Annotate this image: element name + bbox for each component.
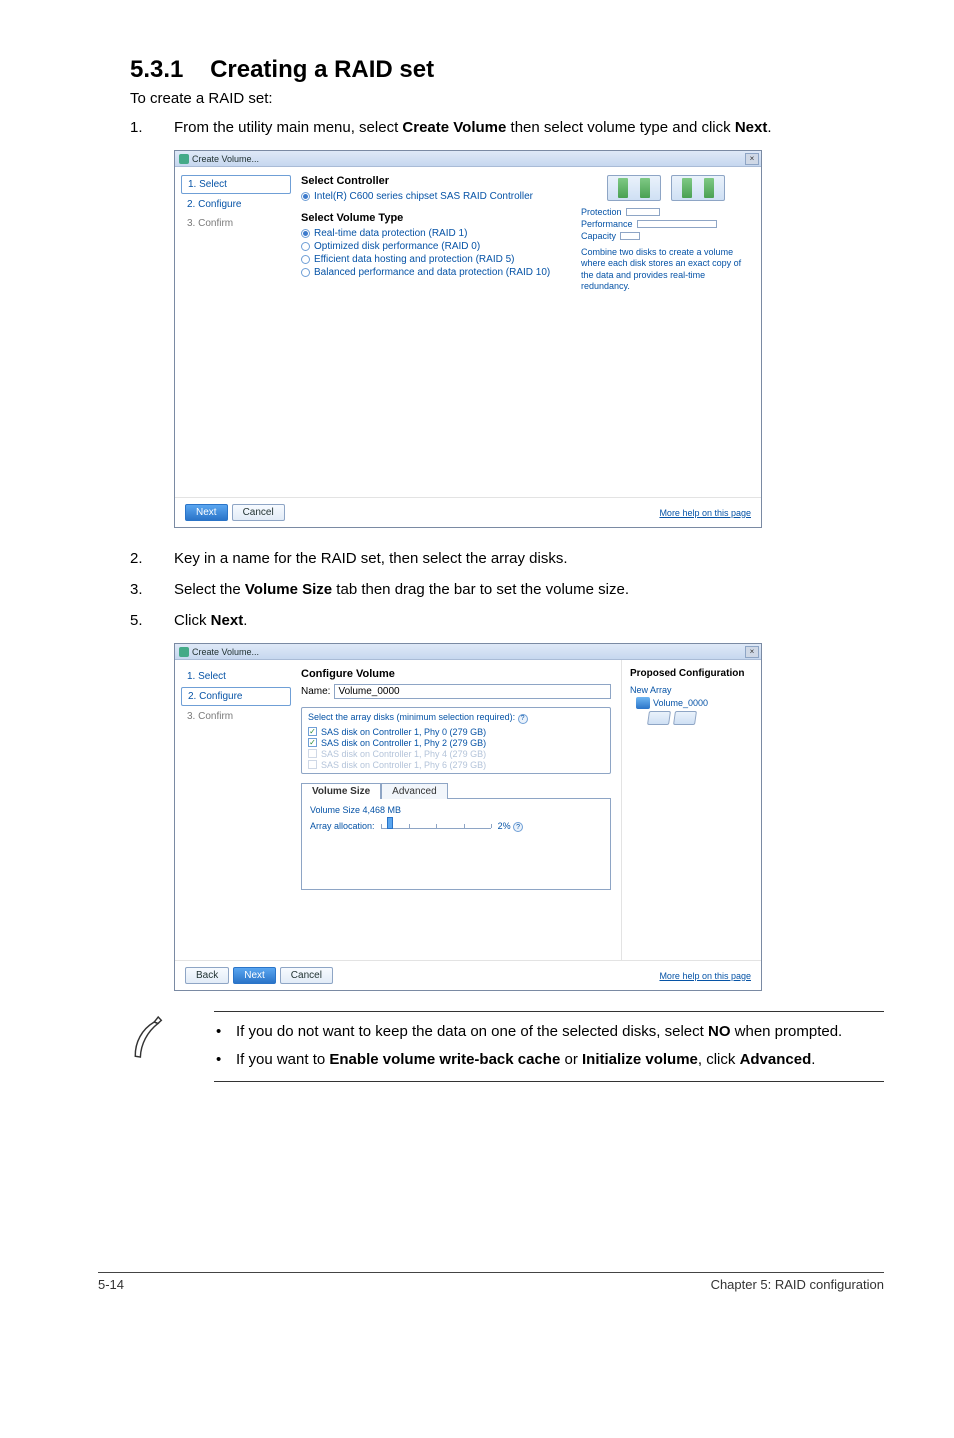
- nav-step-select[interactable]: 1. Select: [181, 175, 291, 194]
- radio-icon: [301, 242, 310, 251]
- radio-icon: [301, 255, 310, 264]
- allocation-slider[interactable]: [381, 823, 491, 829]
- step-number: 5.: [130, 610, 174, 631]
- volume-name-input[interactable]: [334, 684, 611, 699]
- step-list-2: 2. Key in a name for the RAID set, then …: [130, 548, 884, 631]
- tab-volume-size[interactable]: Volume Size: [301, 783, 381, 799]
- note-item: • If you want to Enable volume write-bac…: [216, 1050, 882, 1070]
- wizard-nav: 1. Select 2. Configure 3. Confirm: [175, 660, 291, 960]
- step-2: 2. Key in a name for the RAID set, then …: [130, 548, 884, 569]
- tab-pane-volume-size: Volume Size 4,468 MB Array allocation: 2…: [301, 798, 611, 890]
- window-title: Create Volume...: [192, 154, 259, 164]
- disk-icon: [671, 175, 725, 201]
- disk-checkbox-0[interactable]: ✓SAS disk on Controller 1, Phy 0 (279 GB…: [308, 727, 604, 737]
- step-text: Select the Volume Size tab then drag the…: [174, 579, 884, 600]
- step-number: 3.: [130, 579, 174, 600]
- app-icon: [179, 647, 189, 657]
- nav-step-configure[interactable]: 2. Configure: [181, 196, 291, 213]
- volume-size-text: Volume Size 4,468 MB: [310, 805, 602, 815]
- bar-capacity: [620, 232, 640, 240]
- proposed-volume-name: Volume_0000: [653, 698, 708, 708]
- disk-checkbox-2[interactable]: ✓SAS disk on Controller 1, Phy 2 (279 GB…: [308, 738, 604, 748]
- step-number: 1.: [130, 117, 174, 138]
- alloc-label: Array allocation:: [310, 821, 375, 831]
- close-icon[interactable]: ×: [745, 646, 759, 658]
- proposed-heading: Proposed Configuration: [630, 668, 753, 679]
- step-list: 1. From the utility main menu, select Cr…: [130, 117, 884, 138]
- controller-label: Intel(R) C600 series chipset SAS RAID Co…: [314, 191, 533, 202]
- note-pencil-icon: [119, 1013, 178, 1070]
- title-bar: Create Volume... ×: [175, 644, 761, 660]
- wizard-nav: 1. Select 2. Configure 3. Confirm: [175, 167, 291, 497]
- help-link[interactable]: More help on this page: [659, 971, 751, 981]
- step-5: 5. Click Next.: [130, 610, 884, 631]
- note-item: • If you do not want to keep the data on…: [216, 1022, 882, 1042]
- section-intro: To create a RAID set:: [130, 90, 884, 107]
- radio-icon: [301, 229, 310, 238]
- nav-step-confirm: 3. Confirm: [181, 708, 291, 725]
- screenshot-create-volume-configure: Create Volume... × 1. Select 2. Configur…: [174, 643, 762, 991]
- back-button[interactable]: Back: [185, 967, 229, 984]
- nav-step-confirm: 3. Confirm: [181, 215, 291, 232]
- raid-description: Combine two disks to create a volume whe…: [581, 247, 751, 292]
- disk-icon: [607, 175, 661, 201]
- chapter-title: Chapter 5: RAID configuration: [711, 1277, 884, 1292]
- step-number: 2.: [130, 548, 174, 569]
- heading-configure-volume: Configure Volume: [301, 668, 611, 680]
- nav-step-select[interactable]: 1. Select: [181, 668, 291, 685]
- page-number: 5-14: [98, 1277, 124, 1292]
- disk-select-box: Select the array disks (minimum selectio…: [301, 707, 611, 774]
- step-text: Click Next.: [174, 610, 884, 631]
- disk-icon: [673, 711, 697, 725]
- step-1: 1. From the utility main menu, select Cr…: [130, 117, 884, 138]
- bar-performance: [637, 220, 717, 228]
- cancel-button[interactable]: Cancel: [280, 967, 333, 984]
- section-heading: 5.3.1 Creating a RAID set: [130, 56, 884, 84]
- help-icon[interactable]: ?: [518, 714, 528, 724]
- radio-icon: [301, 268, 310, 277]
- step-text: Key in a name for the RAID set, then sel…: [174, 548, 884, 569]
- next-button[interactable]: Next: [185, 504, 228, 521]
- radio-icon: [301, 192, 310, 201]
- title-bar: Create Volume... ×: [175, 151, 761, 167]
- bar-protection: [626, 208, 660, 216]
- next-button[interactable]: Next: [233, 967, 276, 984]
- disk-checkbox-6: SAS disk on Controller 1, Phy 6 (279 GB): [308, 760, 604, 770]
- note-callout: • If you do not want to keep the data on…: [126, 1011, 884, 1082]
- alloc-percent: 2%: [498, 821, 511, 831]
- screenshot-create-volume-select: Create Volume... × 1. Select 2. Configur…: [174, 150, 762, 528]
- cancel-button[interactable]: Cancel: [232, 504, 285, 521]
- tab-advanced[interactable]: Advanced: [381, 783, 447, 799]
- disk-checkbox-4: SAS disk on Controller 1, Phy 4 (279 GB): [308, 749, 604, 759]
- page-footer: 5-14 Chapter 5: RAID configuration: [98, 1272, 884, 1292]
- step-3: 3. Select the Volume Size tab then drag …: [130, 579, 884, 600]
- raid-illustration: Protection Performance Capacity Combine …: [581, 175, 751, 292]
- help-link[interactable]: More help on this page: [659, 508, 751, 518]
- close-icon[interactable]: ×: [745, 153, 759, 165]
- volume-icon: [636, 697, 650, 709]
- disk-icon: [647, 711, 671, 725]
- app-icon: [179, 154, 189, 164]
- proposed-config-pane: Proposed Configuration New Array Volume_…: [621, 660, 761, 960]
- name-label: Name:: [301, 686, 330, 697]
- help-icon[interactable]: ?: [513, 822, 523, 832]
- window-title: Create Volume...: [192, 647, 259, 657]
- nav-step-configure[interactable]: 2. Configure: [181, 687, 291, 706]
- step-text: From the utility main menu, select Creat…: [174, 117, 884, 138]
- new-array-label: New Array: [630, 685, 753, 695]
